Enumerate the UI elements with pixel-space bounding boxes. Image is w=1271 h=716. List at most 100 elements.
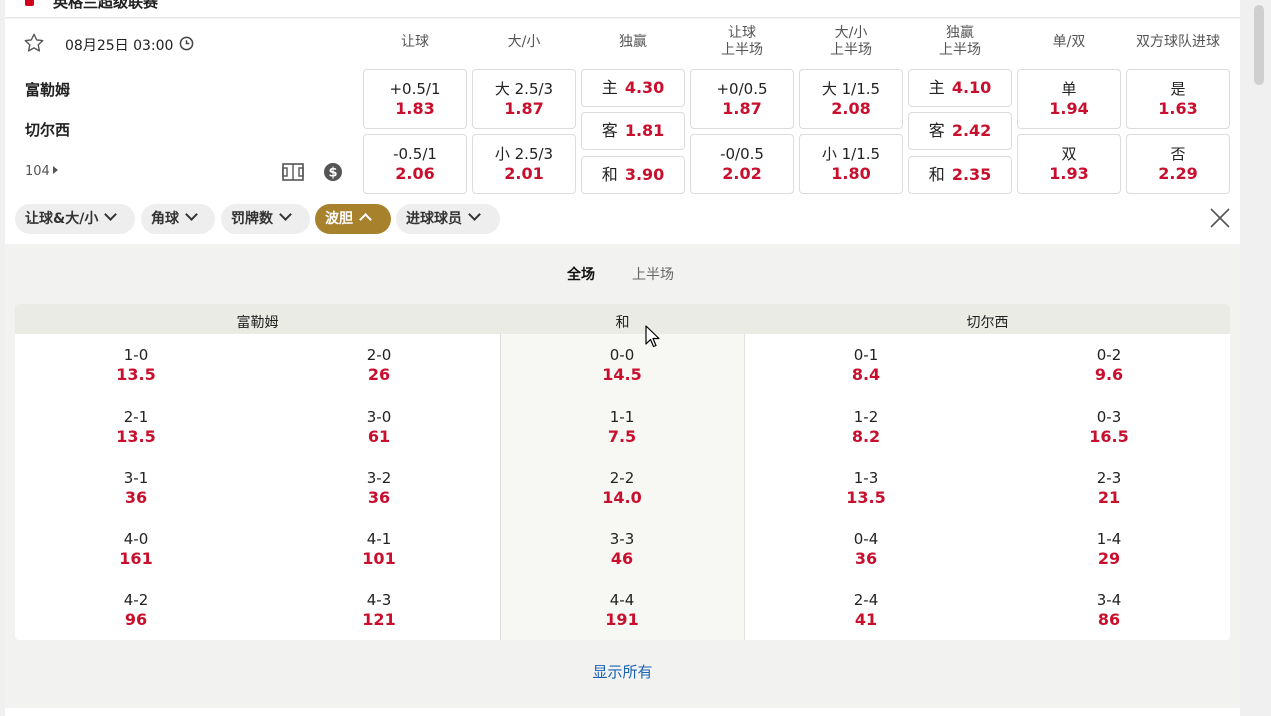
home-team: 富勒姆	[25, 81, 71, 99]
scrollbar[interactable]	[1245, 0, 1271, 716]
score-price: 8.2	[851, 427, 881, 446]
score-odds-cell[interactable]: 2-4 41	[746, 591, 986, 630]
col-head-over-under: 大/小	[472, 34, 576, 51]
score-odds-cell[interactable]: 0-3 16.5	[989, 408, 1229, 447]
scrollbar-thumb[interactable]	[1254, 5, 1264, 85]
score-odds-cell[interactable]: 3-4 86	[989, 591, 1229, 630]
close-icon[interactable]	[1209, 207, 1231, 229]
svg-text:$: $	[328, 166, 337, 181]
odds-button-handicap-home[interactable]: +0.5/1 1.83	[363, 69, 467, 129]
filter-chip-label: 波胆	[325, 211, 353, 227]
odds-button-btts-no[interactable]: 否 2.29	[1126, 134, 1230, 194]
score-odds-cell[interactable]: 0-0 14.5	[502, 346, 742, 385]
score-odds-cell[interactable]: 3-0 61	[259, 408, 499, 447]
odds-button-moneyline-1h-home[interactable]: 主 4.10	[908, 69, 1012, 107]
odds-line: -0.5/1	[393, 145, 437, 163]
filter-chip-cards[interactable]: 罚牌数	[221, 204, 310, 234]
score-price: 86	[1097, 610, 1121, 629]
score-odds-cell[interactable]: 2-2 14.0	[502, 469, 742, 508]
odds-button-over[interactable]: 大 2.5/3 1.87	[472, 69, 576, 129]
score-price: 29	[1097, 549, 1121, 568]
odds-button-even[interactable]: 双 1.93	[1017, 134, 1121, 194]
odds-line: 是	[1170, 80, 1186, 98]
dollar-icon[interactable]: $	[323, 162, 343, 182]
score-odds-cell[interactable]: 1-4 29	[989, 530, 1229, 569]
score-odds-cell[interactable]: 4-2 96	[16, 591, 256, 630]
score-odds-cell[interactable]: 2-3 21	[989, 469, 1229, 508]
score-price: 161	[119, 549, 153, 568]
col-head-moneyline: 独赢	[581, 34, 685, 51]
filter-chip-correct-score[interactable]: 波胆	[315, 204, 391, 234]
odds-price: 1.81	[624, 121, 665, 140]
filter-chip-corners[interactable]: 角球	[141, 204, 215, 234]
filter-chip-handicap-ou[interactable]: 让球&大/小	[15, 204, 135, 234]
league-header[interactable]: 英格兰超级联赛	[5, 0, 1240, 18]
score-price: 7.5	[607, 427, 637, 446]
odds-label: 和	[928, 165, 945, 184]
odds-button-moneyline-1h-draw[interactable]: 和 2.35	[908, 156, 1012, 194]
next-section	[5, 708, 1240, 716]
odds-button-odd[interactable]: 单 1.94	[1017, 69, 1121, 129]
score-label: 0-2	[1096, 346, 1122, 364]
filter-chip-goalscorer[interactable]: 进球球员	[396, 204, 500, 234]
odds-button-moneyline-draw[interactable]: 和 3.90	[581, 156, 685, 194]
score-odds-cell[interactable]: 0-2 9.6	[989, 346, 1229, 385]
score-label: 2-2	[609, 469, 635, 487]
odds-button-moneyline-1h-away[interactable]: 客 2.42	[908, 112, 1012, 150]
score-odds-cell[interactable]: 2-0 26	[259, 346, 499, 385]
tab-full-time[interactable]: 全场	[567, 264, 595, 284]
score-price: 36	[367, 488, 391, 507]
odds-button-under[interactable]: 小 2.5/3 2.01	[472, 134, 576, 194]
show-all-link[interactable]: 显示所有	[5, 661, 1240, 682]
score-odds-cell[interactable]: 4-0 161	[16, 530, 256, 569]
odds-button-under-1h[interactable]: 小 1/1.5 1.80	[799, 134, 903, 194]
odds-label: 客	[928, 121, 945, 140]
odds-button-over-1h[interactable]: 大 1/1.5 2.08	[799, 69, 903, 129]
col-head-line1: 让球	[401, 34, 429, 50]
score-odds-cell[interactable]: 3-1 36	[16, 469, 256, 508]
league-flag-icon	[25, 0, 34, 6]
score-odds-cell[interactable]: 3-2 36	[259, 469, 499, 508]
odds-price: 1.87	[504, 99, 544, 118]
col-head-over-under-1h: 大/小 上半场	[799, 25, 903, 59]
col-head-btts: 双方球队进球	[1126, 34, 1230, 51]
score-price: 9.6	[1094, 365, 1124, 384]
score-label: 4-2	[123, 591, 149, 609]
score-odds-cell[interactable]: 0-4 36	[746, 530, 986, 569]
score-label: 1-0	[123, 346, 149, 364]
filter-chip-label: 角球	[151, 211, 179, 227]
score-odds-cell[interactable]: 4-3 121	[259, 591, 499, 630]
odds-button-handicap-1h-away[interactable]: -0/0.5 2.02	[690, 134, 794, 194]
score-odds-cell[interactable]: 2-1 13.5	[16, 408, 256, 447]
odds-button-handicap-away[interactable]: -0.5/1 2.06	[363, 134, 467, 194]
odds-line: -0/0.5	[720, 145, 764, 163]
score-label: 4-3	[366, 591, 392, 609]
score-odds-cell[interactable]: 1-0 13.5	[16, 346, 256, 385]
score-odds-cell[interactable]: 4-1 101	[259, 530, 499, 569]
odds-price: 2.42	[951, 121, 992, 140]
col-head-line1: 独赢	[946, 25, 974, 41]
star-icon[interactable]	[23, 32, 45, 54]
score-odds-cell[interactable]: 4-4 191	[502, 591, 742, 630]
more-markets-link[interactable]: 104	[25, 164, 58, 179]
odds-button-moneyline-away[interactable]: 客 1.81	[581, 112, 685, 150]
chevron-down-icon	[104, 208, 118, 221]
score-label: 3-0	[366, 408, 392, 426]
score-odds-cell[interactable]: 1-2 8.2	[746, 408, 986, 447]
score-label: 2-1	[123, 408, 149, 426]
score-label: 2-4	[853, 591, 879, 609]
odds-button-handicap-1h-home[interactable]: +0/0.5 1.87	[690, 69, 794, 129]
odds-button-moneyline-home[interactable]: 主 4.30	[581, 69, 685, 107]
league-title: 英格兰超级联赛	[53, 0, 159, 11]
score-odds-cell[interactable]: 3-3 46	[502, 530, 742, 569]
away-team: 切尔西	[25, 121, 71, 139]
pitch-icon[interactable]	[282, 163, 304, 181]
tab-first-half[interactable]: 上半场	[632, 264, 674, 284]
score-odds-cell[interactable]: 1-1 7.5	[502, 408, 742, 447]
score-odds-cell[interactable]: 1-3 13.5	[746, 469, 986, 508]
odds-price: 2.35	[951, 165, 992, 184]
score-odds-cell[interactable]: 0-1 8.4	[746, 346, 986, 385]
more-markets-count: 104	[25, 164, 50, 179]
odds-button-btts-yes[interactable]: 是 1.63	[1126, 69, 1230, 129]
col-head-line1: 大/小	[834, 25, 868, 41]
